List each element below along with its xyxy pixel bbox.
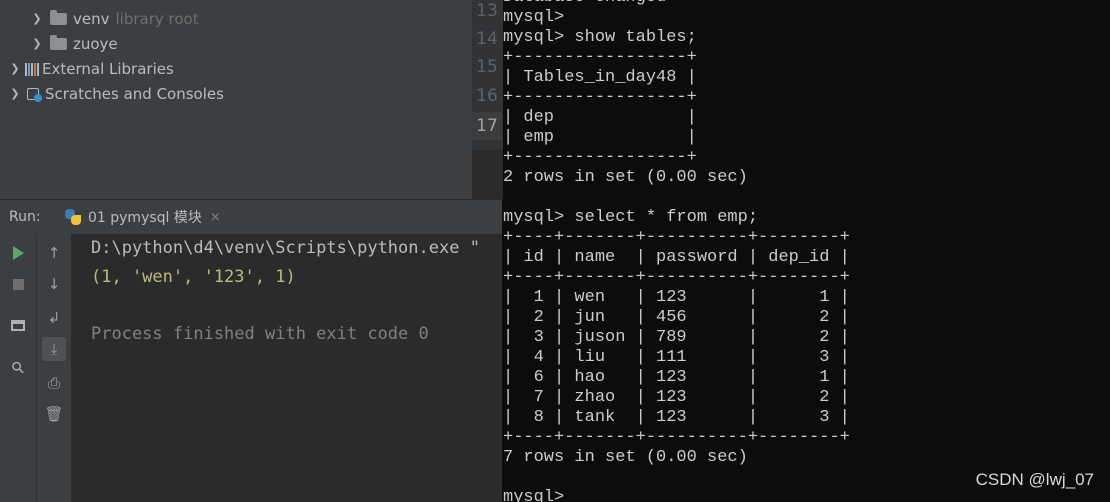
terminal-line: | 6 | hao | 123 | 1 | [503, 368, 850, 387]
line-number: 14 [476, 29, 498, 49]
scroll-down-button[interactable]: ↓ [42, 272, 66, 296]
watermark: CSDN @lwj_07 [975, 470, 1094, 489]
terminal-line: 7 rows in set (0.00 sec) [503, 448, 748, 467]
run-toolbar-left: ⚲ [0, 234, 36, 502]
folder-icon [50, 34, 67, 50]
tree-item-label: Scratches and Consoles [45, 84, 224, 103]
tree-item-label: venv [73, 9, 110, 28]
tree-item-venv[interactable]: ❯ venv library root [30, 6, 199, 31]
tree-item-scratches[interactable]: ❯ Scratches and Consoles [8, 81, 224, 106]
terminal-line: | dep | [503, 108, 697, 127]
terminal-line: 2 rows in set (0.00 sec) [503, 168, 748, 187]
run-label: Run: [9, 209, 41, 225]
run-panel-header: Run: 01 pymysql 模块 × [0, 199, 502, 234]
console-command-line: D:\python\d4\venv\Scripts\python.exe " [91, 238, 480, 258]
printer-icon: ⎙ [47, 374, 60, 392]
layout-icon [11, 319, 25, 331]
terminal-line: +----+-------+----------+--------+ [503, 228, 850, 247]
libraries-icon [25, 62, 39, 76]
close-icon[interactable]: × [210, 210, 221, 225]
arrow-up-icon: ↑ [47, 244, 61, 262]
terminal-line: mysql> select * from emp; [503, 208, 759, 227]
run-tab-title: 01 pymysql 模块 [88, 210, 202, 226]
terminal-line: | id | name | password | dep_id | [503, 248, 850, 267]
terminal-line: | emp | [503, 128, 697, 147]
tree-item-label: External Libraries [42, 59, 174, 78]
run-toolbar-right: ↑ ↓ ↲ ⤓ ⎙ 🗑 [36, 234, 71, 502]
rerun-button[interactable] [6, 241, 30, 265]
run-console[interactable]: D:\python\d4\venv\Scripts\python.exe " (… [71, 234, 502, 502]
stop-icon [12, 278, 24, 290]
terminal-line: +----+-------+----------+--------+ [503, 428, 850, 447]
folder-icon [50, 9, 67, 25]
trash-icon: 🗑 [44, 405, 64, 423]
editor-area[interactable] [472, 150, 503, 199]
tree-item-zuoye[interactable]: ❯ zuoye [30, 31, 118, 56]
console-exit-message: Process finished with exit code 0 [91, 324, 429, 344]
stop-button[interactable] [6, 272, 30, 296]
terminal-line: +----+-------+----------+--------+ [503, 268, 850, 287]
pin-tab-button[interactable]: ⚲ [6, 355, 30, 379]
terminal-line: | Tables_in_day48 | [503, 68, 697, 87]
chevron-right-icon[interactable]: ❯ [8, 87, 22, 100]
library-root-hint: library root [115, 9, 199, 28]
terminal-line: | 1 | wen | 123 | 1 | [503, 288, 850, 307]
chevron-right-icon[interactable]: ❯ [30, 37, 44, 50]
terminal-line: +-----------------+ [503, 148, 697, 167]
terminal-line: | 7 | zhao | 123 | 2 | [503, 388, 850, 407]
terminal-line: +-----------------+ [503, 48, 697, 67]
layout-button[interactable] [6, 313, 30, 337]
scratches-icon [26, 86, 42, 102]
python-icon [65, 209, 81, 225]
line-number: 16 [476, 86, 498, 106]
chevron-right-icon[interactable]: ❯ [8, 62, 22, 75]
soft-wrap-icon: ↲ [47, 309, 61, 327]
scroll-to-end-icon: ⤓ [50, 340, 58, 358]
print-button[interactable]: ⎙ [42, 371, 66, 395]
terminal-line: Database changed [503, 0, 666, 8]
pin-icon: ⚲ [7, 356, 29, 378]
terminal-line: | 3 | juson | 789 | 2 | [503, 328, 850, 347]
line-number: 15 [476, 57, 498, 77]
terminal-line: | 4 | liu | 111 | 3 | [503, 348, 850, 367]
terminal-line: mysql> [503, 8, 565, 27]
scroll-up-button[interactable]: ↑ [42, 241, 66, 265]
terminal-line: mysql> show tables; [503, 28, 697, 47]
editor-gutter: 13 14 15 16 17 [472, 0, 503, 150]
arrow-down-icon: ↓ [47, 275, 61, 293]
terminal-line: mysql> [503, 488, 565, 502]
chevron-right-icon[interactable]: ❯ [30, 12, 44, 25]
tree-item-label: zuoye [73, 34, 118, 53]
project-tree-panel: ❯ venv library root ❯ zuoye ❯ External L… [0, 0, 472, 199]
current-line-number: 17 [472, 112, 502, 140]
terminal-line: | 2 | jun | 456 | 2 | [503, 308, 850, 327]
console-output: (1, 'wen', '123', 1) [91, 267, 296, 287]
terminal-line: +-----------------+ [503, 88, 697, 107]
mysql-terminal[interactable]: Database changedmysql>mysql> show tables… [503, 0, 1110, 502]
clear-all-button[interactable]: 🗑 [42, 402, 66, 426]
scroll-to-end-button[interactable]: ⤓ [42, 337, 66, 361]
line-number: 13 [476, 1, 498, 21]
soft-wrap-button[interactable]: ↲ [42, 306, 66, 330]
play-icon [12, 246, 24, 260]
terminal-line: | 8 | tank | 123 | 3 | [503, 408, 850, 427]
tree-item-external-libraries[interactable]: ❯ External Libraries [8, 56, 174, 81]
run-tab[interactable]: 01 pymysql 模块 × [55, 200, 231, 234]
